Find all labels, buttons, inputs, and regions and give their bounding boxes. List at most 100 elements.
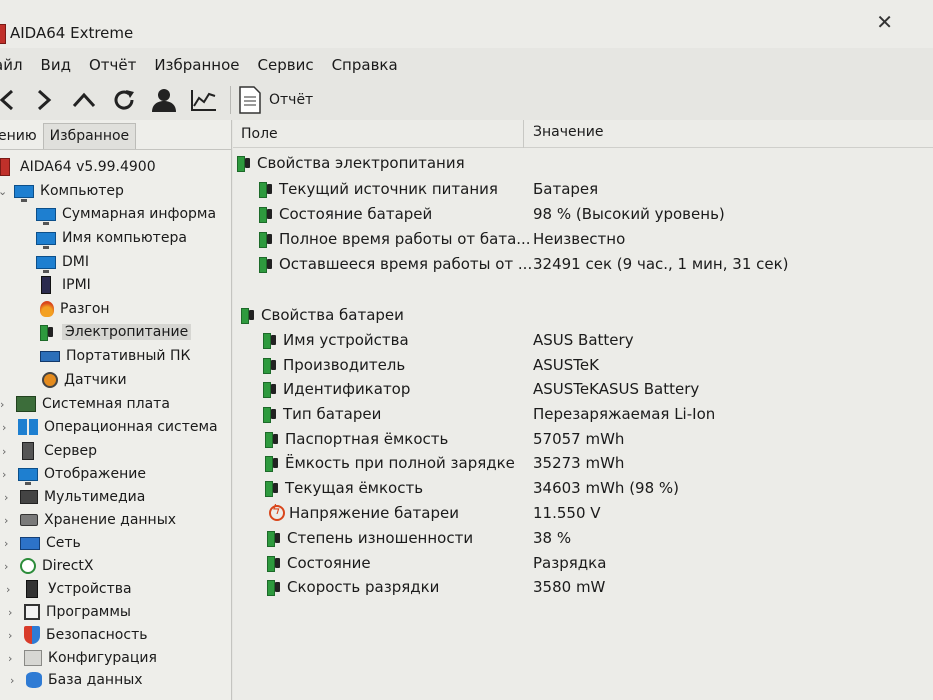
table-row[interactable]: Паспортная ёмкость 57057 mWh <box>233 430 923 454</box>
table-row[interactable]: Производитель ASUSTeK <box>233 356 923 380</box>
server-icon <box>22 442 34 460</box>
menu-report[interactable]: Отчёт <box>80 56 145 74</box>
benchmark-button[interactable] <box>184 82 224 118</box>
menu-service[interactable]: Сервис <box>249 56 323 74</box>
tree-item-sensors[interactable]: Датчики <box>42 369 127 391</box>
forward-button[interactable] <box>24 82 64 118</box>
tree-item-label: Отображение <box>44 466 146 482</box>
table-row[interactable]: Состояние батарей 98 % (Высокий уровень) <box>233 205 923 229</box>
table-row[interactable]: Напряжение батареи 11.550 V <box>233 503 923 528</box>
section-header-power[interactable]: Свойства электропитания <box>237 154 927 178</box>
expand-icon[interactable]: › <box>4 514 14 527</box>
table-row[interactable]: Текущая ёмкость 34603 mWh (98 %) <box>233 479 923 503</box>
tree-item-motherboard[interactable]: › Системная плата <box>0 393 170 415</box>
database-icon <box>26 672 42 688</box>
table-row[interactable]: Ёмкость при полной зарядке 35273 mWh <box>233 454 923 478</box>
expand-icon[interactable]: › <box>2 445 12 458</box>
table-row[interactable]: Состояние Разрядка <box>233 554 923 578</box>
battery-icon <box>263 332 279 349</box>
collapse-icon[interactable]: ⌄ <box>0 185 8 198</box>
table-row[interactable]: Идентификатор ASUSTeKASUS Battery <box>233 380 923 404</box>
menu-help[interactable]: Справка <box>323 56 407 74</box>
up-button[interactable] <box>64 82 104 118</box>
expand-icon[interactable]: › <box>6 583 16 596</box>
menu-view[interactable]: Вид <box>32 56 80 74</box>
details-panel: Поле Значение Свойства электропитания Те… <box>233 120 933 700</box>
tree-item-label: Конфигурация <box>48 650 157 666</box>
refresh-button[interactable] <box>104 82 144 118</box>
field-name: Состояние батарей <box>279 205 433 223</box>
field-name: Состояние <box>287 554 371 572</box>
tree-item-label: Сеть <box>46 535 81 551</box>
menu-favorites[interactable]: Избранное <box>145 56 248 74</box>
tree-item-power[interactable]: Электропитание <box>40 321 192 343</box>
tree-item-label: Мультимедиа <box>44 489 146 505</box>
column-header-value[interactable]: Значение <box>533 124 603 140</box>
table-row[interactable]: Полное время работы от бата... Неизвестн… <box>233 230 923 254</box>
section-header-battery[interactable]: Свойства батареи <box>241 306 931 330</box>
laptop-icon <box>40 350 60 362</box>
column-divider[interactable] <box>523 120 524 148</box>
monitor-icon <box>14 184 34 202</box>
tree-item-label: Хранение данных <box>44 512 177 528</box>
expand-icon[interactable]: › <box>4 537 14 550</box>
expand-icon[interactable]: › <box>0 398 10 411</box>
table-row[interactable]: Текущий источник питания Батарея <box>233 180 923 204</box>
battery-icon <box>263 357 279 374</box>
tree-item-dmi[interactable]: DMI <box>36 251 89 273</box>
battery-icon <box>267 530 283 547</box>
tree-item-programs[interactable]: › Программы <box>8 601 131 623</box>
tree-item-computer-name[interactable]: Имя компьютера <box>36 227 187 249</box>
report-button[interactable]: Отчёт <box>239 86 313 114</box>
expand-icon[interactable]: › <box>8 652 18 665</box>
user-button[interactable] <box>144 82 184 118</box>
xbox-icon <box>20 558 36 574</box>
tree-item-overclock[interactable]: Разгон <box>40 298 110 320</box>
toolbar: Отчёт <box>0 80 933 120</box>
shield-icon <box>24 626 40 644</box>
tree-item-config[interactable]: › Конфигурация <box>8 647 157 669</box>
table-row[interactable]: Скорость разрядки 3580 mW <box>233 578 923 602</box>
close-icon[interactable]: ✕ <box>876 10 893 34</box>
field-value: 35273 mWh <box>533 454 625 472</box>
tree-item-label: IPMI <box>62 277 91 293</box>
tree-item-security[interactable]: › Безопасность <box>8 624 147 646</box>
back-button[interactable] <box>0 82 24 118</box>
expand-icon[interactable]: › <box>8 606 18 619</box>
field-name: Паспортная ёмкость <box>285 430 449 448</box>
tree-item-label: Системная плата <box>42 396 170 412</box>
expand-icon[interactable]: › <box>2 468 12 481</box>
expand-icon[interactable]: › <box>10 674 20 687</box>
table-row[interactable]: Оставшееся время работы от ... 32491 сек… <box>233 255 923 279</box>
monitor-icon <box>36 207 56 225</box>
tree-item-devices[interactable]: › Устройства <box>6 578 132 600</box>
table-row[interactable]: Тип батареи Перезаряжаемая Li-Ion <box>233 405 923 429</box>
tree-item-display[interactable]: › Отображение <box>2 463 146 485</box>
field-name: Текущий источник питания <box>279 180 498 198</box>
table-row[interactable]: Степень изношенности 38 % <box>233 529 923 553</box>
tree-item-label: Операционная система <box>44 419 218 435</box>
tree-item-portable-pc[interactable]: Портативный ПК <box>40 345 190 367</box>
expand-icon[interactable]: › <box>4 491 14 504</box>
tree-item-storage[interactable]: › Хранение данных <box>4 509 176 531</box>
tree-item-computer[interactable]: ⌄ Компьютер <box>0 180 124 202</box>
tree-item-aida64[interactable]: AIDA64 v5.99.4900 <box>0 156 156 178</box>
tree-item-network[interactable]: › Сеть <box>4 532 81 554</box>
expand-icon[interactable]: › <box>4 560 14 573</box>
tree-item-ipmi[interactable]: IPMI <box>36 274 91 296</box>
tree-item-database[interactable]: › База данных <box>10 669 143 691</box>
expand-icon[interactable]: › <box>2 421 12 434</box>
tree-item-label: Датчики <box>64 372 127 388</box>
tree-item-server[interactable]: › Сервер <box>2 440 97 462</box>
tab-menu[interactable]: ению <box>0 124 43 149</box>
tree-item-os[interactable]: › Операционная система <box>2 416 218 438</box>
tree-item-multimedia[interactable]: › Мультимедиа <box>4 486 145 508</box>
storage-icon <box>20 514 38 526</box>
tree-item-directx[interactable]: › DirectX <box>4 555 94 577</box>
tab-favorites[interactable]: Избранное <box>42 123 137 149</box>
table-row[interactable]: Имя устройства ASUS Battery <box>233 331 923 355</box>
tree-item-summary[interactable]: Суммарная информа <box>36 203 216 225</box>
column-header-field[interactable]: Поле <box>241 126 278 142</box>
expand-icon[interactable]: › <box>8 629 18 642</box>
menu-file[interactable]: айл <box>0 56 32 74</box>
